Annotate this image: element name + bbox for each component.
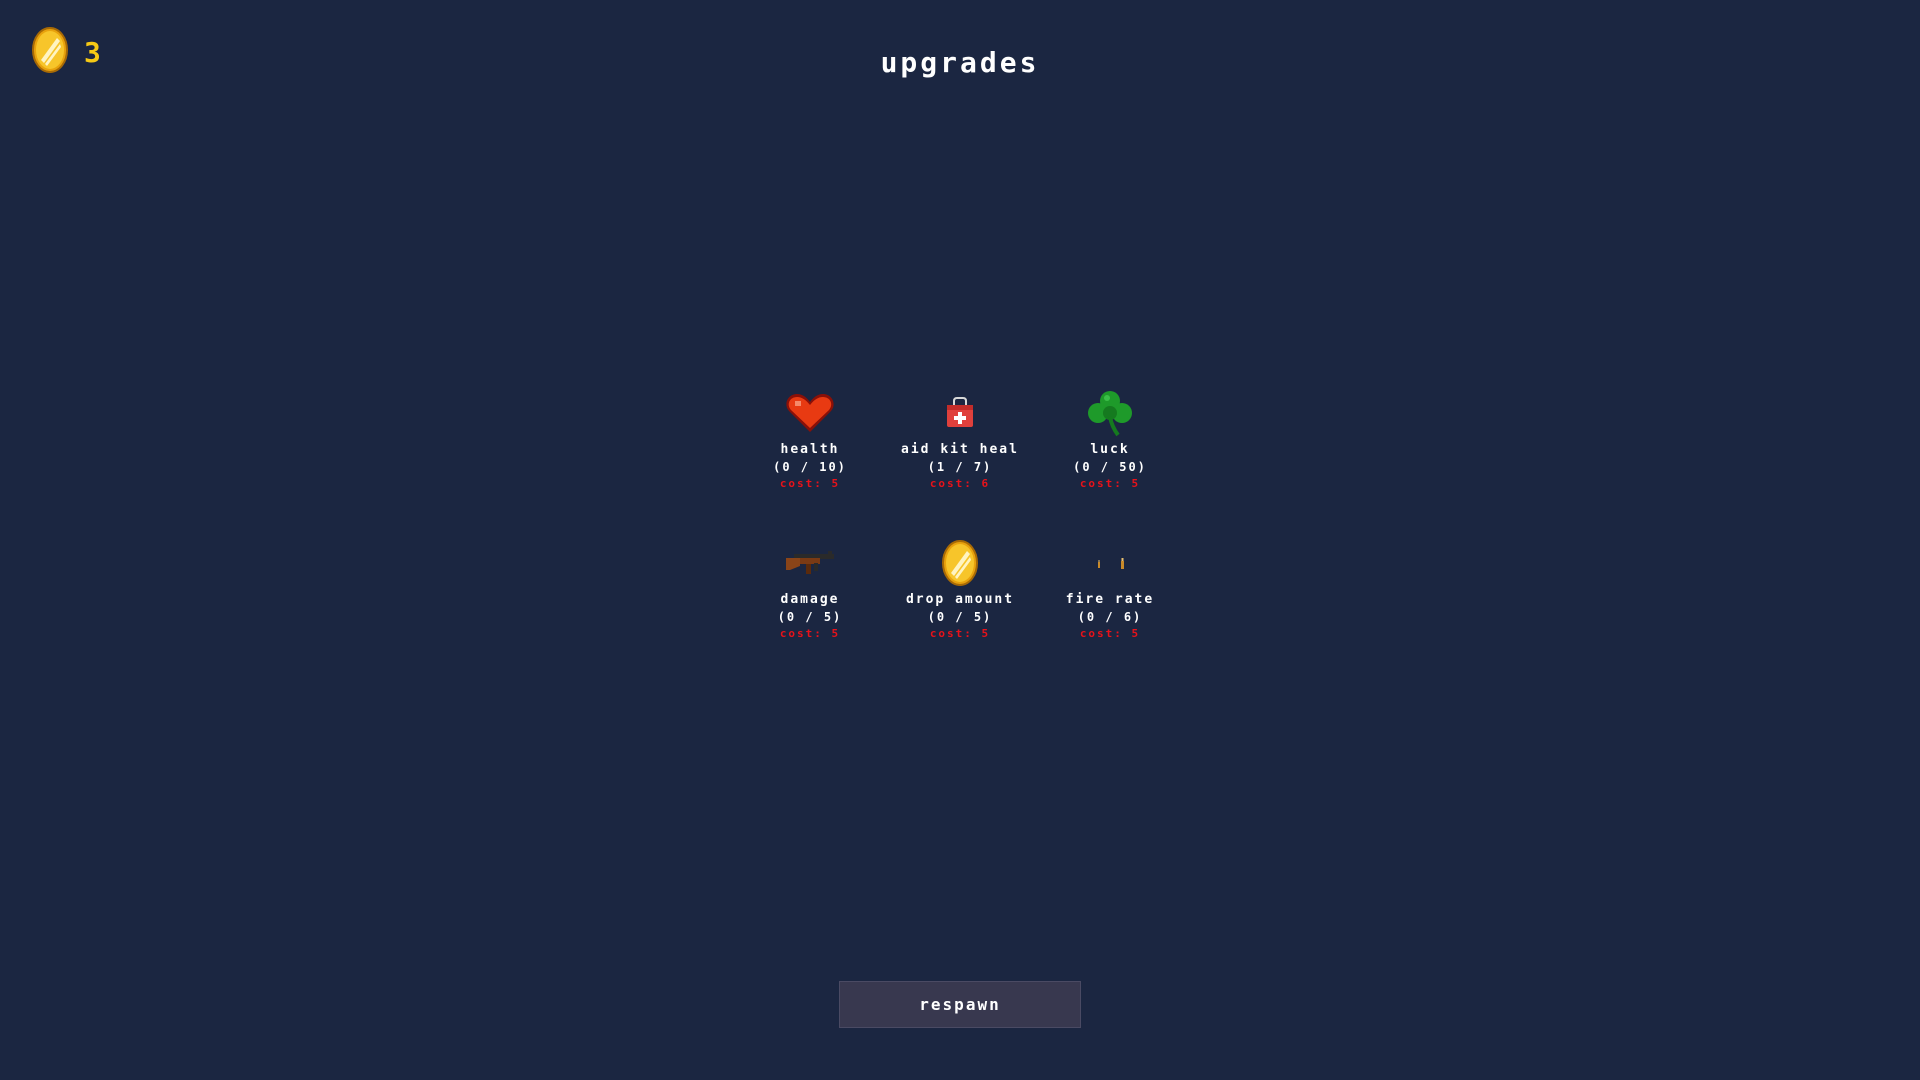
upgrade-aid-kit-heal[interactable]: aid kit heal (1 / 7) cost: 6 [885, 388, 1035, 538]
upgrade-cost: cost: 5 [1079, 627, 1141, 640]
clover-icon [1082, 388, 1138, 438]
upgrade-cost: cost: 5 [1079, 477, 1141, 490]
upgrade-level: (0 / 5) [927, 610, 993, 624]
upgrade-cost: cost: 5 [779, 627, 841, 640]
upgrade-luck[interactable]: luck (0 / 50) cost: 5 [1035, 388, 1185, 538]
upgrade-cost: cost: 5 [929, 627, 991, 640]
page-title: upgrades [880, 46, 1040, 79]
upgrade-screen: 3 upgrades health (0 / 10) cost: 5 aid k… [0, 0, 1920, 1080]
gun-icon [782, 538, 838, 588]
gold-coin-icon [932, 538, 988, 588]
upgrade-name: health [780, 442, 840, 457]
upgrade-level: (0 / 50) [1073, 460, 1147, 474]
upgrade-level: (0 / 10) [773, 460, 847, 474]
upgrade-name: damage [780, 592, 840, 607]
upgrade-health[interactable]: health (0 / 10) cost: 5 [735, 388, 885, 538]
upgrade-name: drop amount [905, 592, 1015, 607]
upgrade-drop-amount[interactable]: drop amount (0 / 5) cost: 5 [885, 538, 1035, 688]
upgrade-name: luck [1090, 442, 1130, 457]
upgrade-name: fire rate [1065, 592, 1155, 607]
upgrade-cost: cost: 5 [779, 477, 841, 490]
upgrade-fire-rate[interactable]: fire rate (0 / 6) cost: 5 [1035, 538, 1185, 688]
upgrade-level: (1 / 7) [927, 460, 993, 474]
first-aid-kit-icon [932, 388, 988, 438]
upgrade-damage[interactable]: damage (0 / 5) cost: 5 [735, 538, 885, 688]
heart-icon [782, 388, 838, 438]
respawn-button[interactable]: respawn [839, 981, 1081, 1028]
bullets-icon [1082, 538, 1138, 588]
upgrades-grid: health (0 / 10) cost: 5 aid kit heal (1 … [735, 388, 1185, 688]
upgrade-level: (0 / 5) [777, 610, 843, 624]
upgrade-level: (0 / 6) [1077, 610, 1143, 624]
upgrade-cost: cost: 6 [929, 477, 991, 490]
upgrade-name: aid kit heal [901, 442, 1019, 457]
